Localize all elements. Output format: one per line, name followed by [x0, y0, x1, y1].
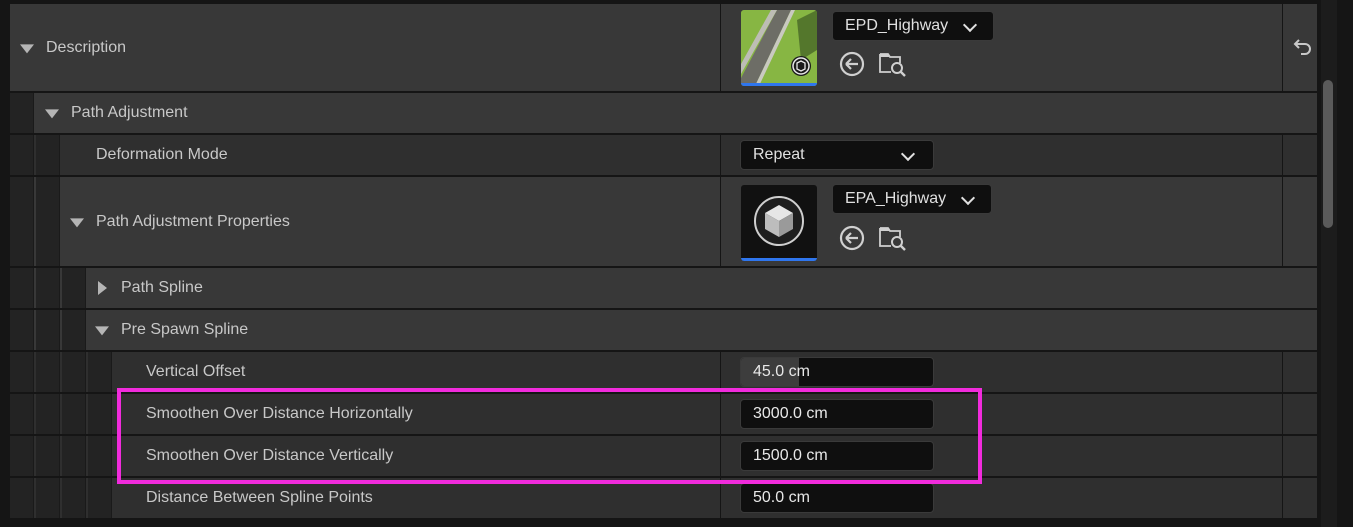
row-pre-spawn-spline: Pre Spawn Spline [10, 310, 1317, 351]
expand-pre-spawn-spline-arrow[interactable] [95, 326, 109, 336]
arrow-left-circle-icon[interactable] [838, 224, 866, 252]
path-adjustment-asset-combo[interactable]: EPA_Highway [832, 184, 992, 214]
smoothen-horizontally-label: Smoothen Over Distance Horizontally [146, 405, 413, 422]
smoothen-horizontally-input[interactable]: 3000.0 cm [740, 399, 934, 429]
path-adjustment-asset-thumbnail[interactable] [741, 185, 817, 261]
smoothen-horizontally-value: 3000.0 cm [753, 405, 828, 422]
path-adjustment-properties-label: Path Adjustment Properties [96, 212, 290, 230]
expand-path-adjustment-arrow[interactable] [45, 109, 59, 119]
expand-description-arrow[interactable] [20, 43, 34, 53]
vertical-offset-value: 45.0 cm [753, 363, 810, 380]
arrow-left-circle-icon[interactable] [838, 50, 866, 78]
description-asset-combo[interactable]: EPD_Highway [832, 11, 994, 41]
road-thumbnail-image [741, 10, 817, 86]
smoothen-vertically-label: Smoothen Over Distance Vertically [146, 447, 394, 464]
row-distance-between-spline-points: Distance Between Spline Points 50.0 cm [10, 478, 1317, 519]
distance-between-spline-points-value: 50.0 cm [753, 489, 810, 506]
scrollbar-thumb[interactable] [1323, 80, 1333, 228]
row-description: Description EPD_Highway [10, 4, 1317, 92]
expand-path-adjustment-properties-arrow[interactable] [70, 217, 84, 227]
smoothen-vertically-input[interactable]: 1500.0 cm [740, 441, 934, 471]
deformation-mode-label: Deformation Mode [96, 146, 228, 163]
details-panel: Description EPD_Highway Path Adjustment … [0, 0, 1353, 527]
chevron-down-icon [900, 146, 916, 162]
pre-spawn-spline-label: Pre Spawn Spline [121, 321, 249, 338]
path-adjustment-asset-name: EPA_Highway [845, 190, 947, 207]
deformation-mode-value: Repeat [753, 146, 805, 163]
row-path-spline: Path Spline [10, 268, 1317, 309]
path-adjustment-label: Path Adjustment [71, 104, 188, 121]
vertical-offset-label: Vertical Offset [146, 363, 246, 380]
chevron-down-icon [962, 17, 978, 33]
distance-between-spline-points-input[interactable]: 50.0 cm [740, 483, 934, 513]
vertical-scrollbar[interactable] [1321, 0, 1337, 527]
cube-icon [754, 196, 804, 246]
chevron-down-icon [960, 190, 976, 206]
deformation-mode-dropdown[interactable]: Repeat [740, 140, 934, 170]
path-spline-label: Path Spline [121, 279, 203, 296]
row-smoothen-vertically: Smoothen Over Distance Vertically 1500.0… [10, 436, 1317, 477]
row-path-adjustment: Path Adjustment [10, 93, 1317, 134]
folder-search-icon[interactable] [878, 223, 906, 251]
row-path-adjustment-properties: Path Adjustment Properties EPA_Highway [10, 177, 1317, 267]
row-vertical-offset: Vertical Offset 45.0 cm [10, 352, 1317, 393]
description-asset-name: EPD_Highway [845, 17, 949, 34]
folder-search-icon[interactable] [878, 49, 906, 77]
row-smoothen-horizontally: Smoothen Over Distance Horizontally 3000… [10, 394, 1317, 435]
distance-between-spline-points-label: Distance Between Spline Points [146, 489, 373, 506]
description-asset-thumbnail[interactable] [741, 10, 817, 86]
vertical-offset-input[interactable]: 45.0 cm [740, 357, 934, 387]
description-label: Description [46, 38, 127, 56]
reset-arrow-icon[interactable] [1288, 34, 1316, 62]
smoothen-vertically-value: 1500.0 cm [753, 447, 828, 464]
expand-path-spline-arrow[interactable] [98, 281, 107, 295]
row-deformation-mode: Deformation Mode Repeat [10, 135, 1317, 176]
